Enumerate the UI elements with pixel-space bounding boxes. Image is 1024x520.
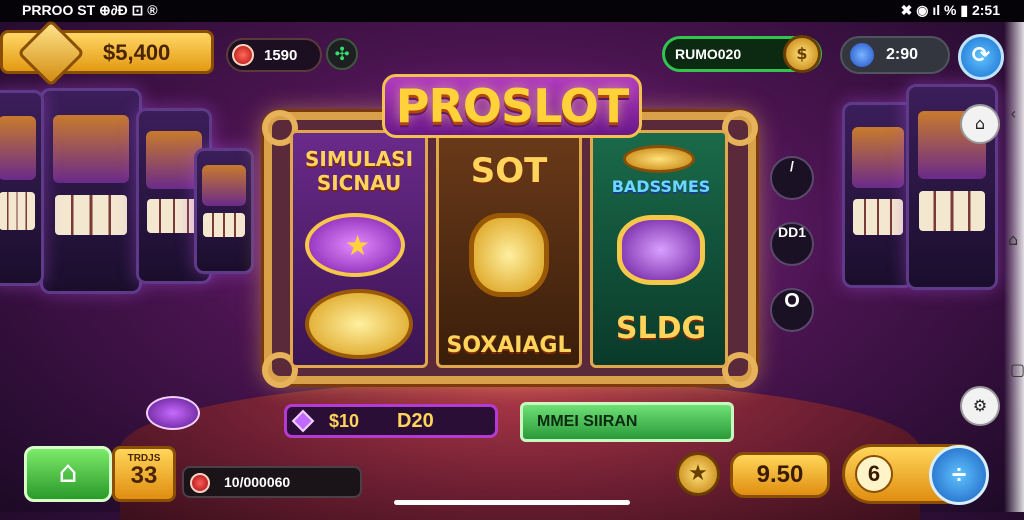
gold-ring-symbol [623,145,695,173]
reel-2: SOT SOXAIAGL [436,130,582,368]
reel-3-bottom-label: SLDG [615,311,707,346]
level-display[interactable]: 2:90 [840,36,950,74]
gold-coin-symbol [305,289,413,359]
refresh-icon: ⟳ [971,43,991,68]
purple-star-coin-symbol: ★ [305,213,405,277]
dd-button[interactable]: DD1 [770,222,814,266]
edge-panel [1004,22,1024,512]
gem-balance-value: 1590 [264,46,298,64]
bonus-counter[interactable]: TRDJS 33 [112,446,176,502]
coin-balance-value: $5,400 [103,40,171,65]
status-bar-left: PRROO ST ⊕∂Ð ⊡ ® [22,2,158,18]
house-icon: ⌂ [58,455,78,490]
gem-icon [291,409,315,433]
clover-icon[interactable]: ✣ [326,38,358,70]
level-orb-icon [850,43,874,67]
bet-panel[interactable]: $10 D20 [284,404,498,438]
level-value: 2:90 [886,46,919,63]
balance-display[interactable]: 10/000060 [182,466,362,498]
reel-3-top-label: BADSSMES [611,177,711,196]
status-bar-right: ✖ ◉ ıl % ▮ 2:51 [900,2,1000,18]
status-bar: PRROO ST ⊕∂Ð ⊡ ® ✖ ◉ ıl % ▮ 2:51 [0,0,1024,22]
settings-icon[interactable]: ⚙ [960,386,1000,426]
poker-chip-icon [146,396,200,430]
lines-adjust-button[interactable]: ÷ [929,445,989,505]
home-icon[interactable]: ⌂ [1008,230,1018,249]
reel-2-bottom-label: SOXAIAGL [446,333,572,358]
purple-ring-symbol [617,215,705,285]
reel-1-label: SIMULASI SICNAU [304,147,414,195]
ring-button[interactable]: O [770,288,814,332]
rank-label: RUMO020 [675,46,742,62]
lines-selector[interactable]: 6 ÷ [842,444,989,505]
recents-icon[interactable]: ▢ [1010,360,1024,379]
home-shield-icon[interactable]: ⌂ [960,104,1000,144]
background-slot-machine [40,88,142,294]
reel-2-top-label: SOT [470,151,548,191]
gem-balance[interactable]: 1590 [226,38,322,72]
favorite-star-button[interactable]: ★ [676,452,720,496]
reel-1: SIMULASI SICNAU ★ [290,130,428,368]
casino-table [120,380,920,520]
background-slot-machine [194,148,254,274]
bet-amount: $10 [329,411,360,431]
gesture-nav-handle[interactable] [394,500,630,505]
coin-balance[interactable]: $5,400 [0,19,214,87]
ruby-icon [232,44,254,66]
bet-total: D20 [397,410,434,432]
balance-value: 10/000060 [224,474,291,490]
slash-button[interactable]: / [770,156,814,200]
home-button[interactable]: ⌂ [24,446,112,502]
star-icon: ★ [688,461,708,486]
gold-ring-symbol [469,213,549,297]
ruby-icon [190,473,210,493]
rank-display[interactable]: RUMO020 $ [662,35,822,73]
game-title: PROSLOT [382,74,642,138]
lines-count: 6 [855,455,893,493]
back-arrow-icon[interactable]: ‹ [1010,104,1016,123]
spin-button[interactable]: MMEI SIIRAN [520,402,734,442]
reel-3: BADSSMES SLDG [590,130,728,368]
background-slot-machine [842,102,914,288]
ticket-icon [17,19,85,87]
price-display[interactable]: 9.50 [730,452,830,498]
background-slot-machine [0,90,44,286]
star-icon: ★ [345,229,371,262]
refresh-button[interactable]: ⟳ [958,34,1004,80]
gold-coin-icon: $ [783,35,821,73]
bonus-value: 33 [130,462,158,489]
